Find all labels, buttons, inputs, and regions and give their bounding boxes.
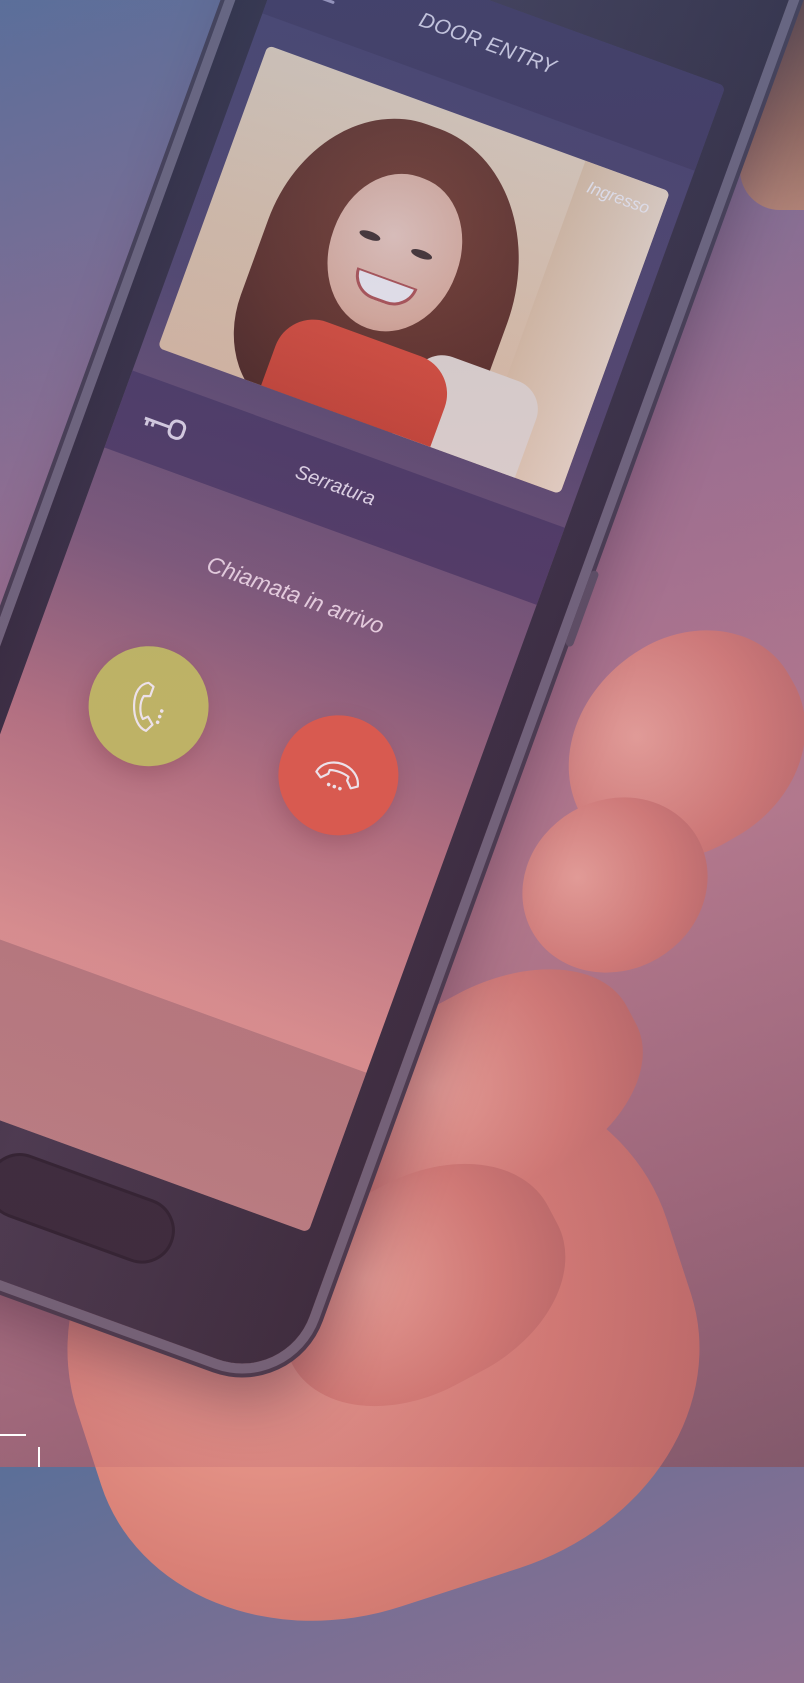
crop-mark: [38, 1447, 40, 1467]
app-title: DOOR ENTRY: [416, 8, 560, 80]
phone-answer-icon: [132, 681, 164, 732]
answer-call-button[interactable]: [71, 629, 226, 784]
phone-hangup-icon: [315, 761, 359, 791]
phone-side-button[interactable]: [564, 569, 600, 648]
decline-call-button[interactable]: [261, 698, 416, 853]
hamburger-menu-icon[interactable]: [299, 0, 348, 8]
crop-mark: [0, 1434, 26, 1436]
